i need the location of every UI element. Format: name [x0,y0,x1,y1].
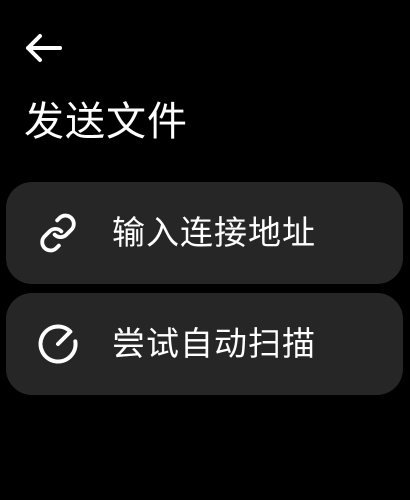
arrow-left-icon [26,34,62,62]
back-button[interactable] [22,28,70,68]
auto-scan-label: 尝试自动扫描 [112,324,316,363]
options-list: 输入连接地址 尝试自动扫描 [6,182,403,404]
link-icon [36,211,80,255]
enter-address-label: 输入连接地址 [112,213,316,252]
enter-address-button[interactable]: 输入连接地址 [6,182,403,284]
scan-icon [36,322,80,366]
page-title: 发送文件 [24,99,188,145]
auto-scan-button[interactable]: 尝试自动扫描 [6,293,403,395]
